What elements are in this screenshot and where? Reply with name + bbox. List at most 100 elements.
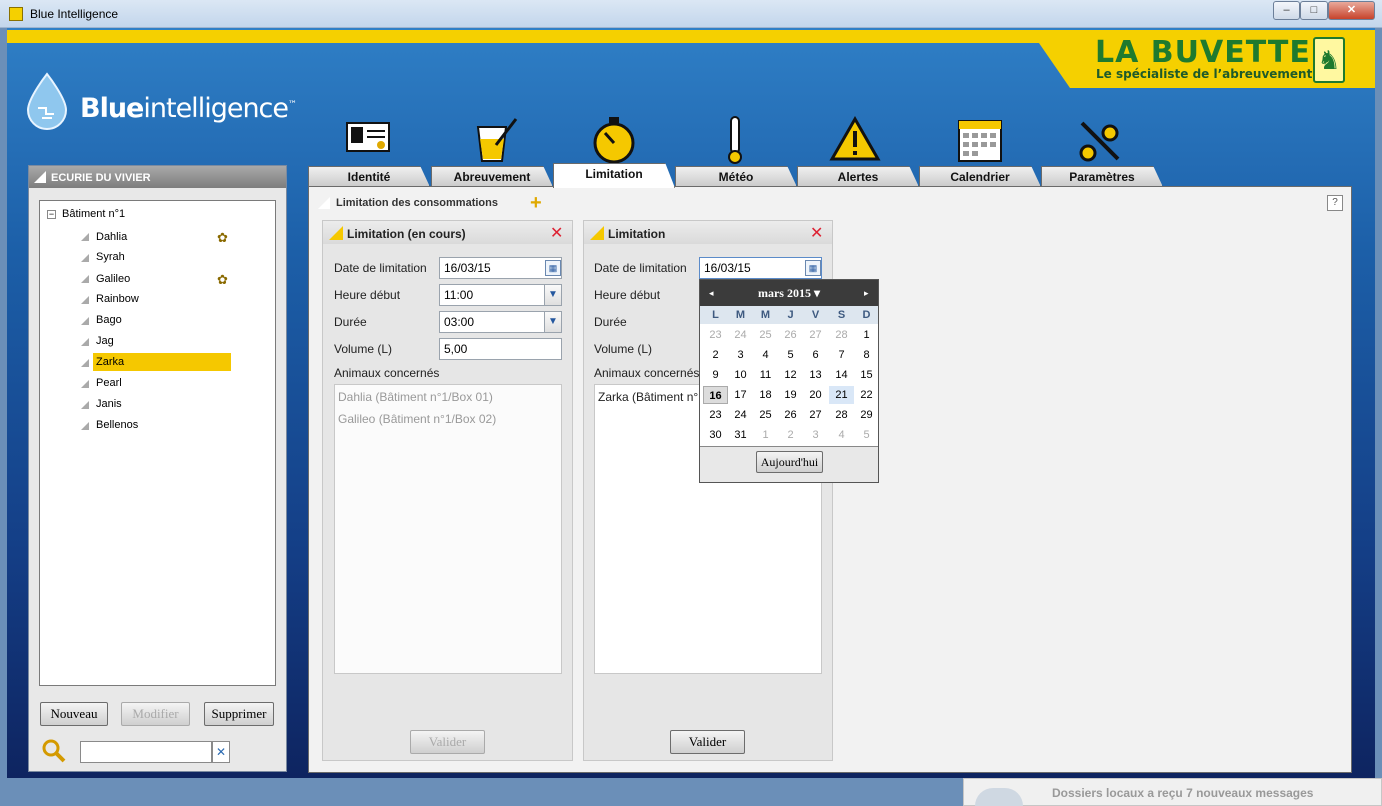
volume-field[interactable]: 5,00 bbox=[439, 338, 562, 360]
tree-item-bago[interactable]: Bago bbox=[96, 311, 122, 329]
calendar-day[interactable]: 13 bbox=[803, 366, 828, 384]
calendar-icon[interactable] bbox=[950, 115, 1010, 167]
close-window-button[interactable]: ✕ bbox=[1328, 1, 1375, 20]
prev-month-icon[interactable]: ◂ bbox=[709, 280, 714, 306]
calendar-day[interactable]: 3 bbox=[728, 346, 753, 364]
minimize-button[interactable]: – bbox=[1273, 1, 1300, 20]
chevron-down-icon[interactable]: ▼ bbox=[544, 312, 561, 332]
search-input[interactable] bbox=[80, 741, 212, 763]
calendar-day[interactable]: 26 bbox=[778, 326, 803, 344]
tab-calendrier[interactable]: Calendrier bbox=[919, 166, 1041, 187]
calendar-day[interactable]: 2 bbox=[778, 426, 803, 444]
tab-limitation[interactable]: Limitation bbox=[553, 163, 675, 188]
calendar-day[interactable]: 16 bbox=[703, 386, 728, 404]
tools-icon[interactable] bbox=[1070, 115, 1130, 167]
calendar-day[interactable]: 23 bbox=[703, 326, 728, 344]
window-title: Blue Intelligence bbox=[30, 7, 119, 21]
calendar-day[interactable]: 19 bbox=[778, 386, 803, 404]
calendar-day[interactable]: 25 bbox=[753, 406, 778, 424]
calendar-day[interactable]: 4 bbox=[753, 346, 778, 364]
calendar-day[interactable]: 8 bbox=[854, 346, 879, 364]
calendar-day[interactable]: 31 bbox=[728, 426, 753, 444]
id-card-icon[interactable] bbox=[338, 115, 398, 167]
calendar-picker-icon[interactable]: ▦ bbox=[805, 260, 821, 276]
calendar-day[interactable]: 6 bbox=[803, 346, 828, 364]
calendar-day[interactable]: 1 bbox=[854, 326, 879, 344]
warning-icon[interactable] bbox=[825, 115, 885, 167]
app-icon bbox=[9, 7, 23, 21]
calendar-day[interactable]: 14 bbox=[829, 366, 854, 384]
calendar-day[interactable]: 28 bbox=[829, 326, 854, 344]
delete-button[interactable]: Supprimer bbox=[204, 702, 274, 726]
next-month-icon[interactable]: ▸ bbox=[864, 280, 869, 306]
calendar-day[interactable]: 22 bbox=[854, 386, 879, 404]
calendar-day[interactable]: 24 bbox=[728, 326, 753, 344]
date-field[interactable]: 16/03/15 bbox=[439, 257, 562, 279]
new-button[interactable]: Nouveau bbox=[40, 702, 108, 726]
tree-item-rainbow[interactable]: Rainbow bbox=[96, 290, 139, 308]
calendar-day[interactable]: 5 bbox=[778, 346, 803, 364]
calendar-day[interactable]: 20 bbox=[803, 386, 828, 404]
calendar-day[interactable]: 12 bbox=[778, 366, 803, 384]
calendar-day[interactable]: 5 bbox=[854, 426, 879, 444]
tab-parametres[interactable]: Paramètres bbox=[1041, 166, 1163, 187]
calendar-day[interactable]: 21 bbox=[829, 386, 854, 404]
logo-text: Blueintelligence™ bbox=[80, 93, 297, 124]
calendar-day[interactable]: 29 bbox=[854, 406, 879, 424]
today-button[interactable]: Aujourd'hui bbox=[756, 451, 823, 473]
edit-button[interactable]: Modifier bbox=[121, 702, 190, 726]
tree-root-building[interactable]: Bâtiment n°1 bbox=[62, 208, 125, 220]
tab-alertes[interactable]: Alertes bbox=[797, 166, 919, 187]
calendar-day[interactable]: 9 bbox=[703, 366, 728, 384]
tree-item-dahlia[interactable]: Dahlia bbox=[96, 228, 127, 246]
notification-toast[interactable]: Dossiers locaux a reçu 7 nouveaux messag… bbox=[963, 778, 1382, 806]
calendar-day[interactable]: 27 bbox=[803, 326, 828, 344]
stopwatch-icon[interactable] bbox=[584, 115, 644, 167]
date-label: Date de limitation bbox=[334, 261, 427, 275]
validate-button-disabled[interactable]: Valider bbox=[410, 730, 485, 754]
thermometer-icon[interactable] bbox=[705, 115, 765, 167]
tab-meteo[interactable]: Météo bbox=[675, 166, 797, 187]
tree-item-jag[interactable]: Jag bbox=[96, 332, 114, 350]
help-button[interactable]: ? bbox=[1327, 195, 1343, 211]
date-field[interactable]: 16/03/15 bbox=[699, 257, 822, 279]
calendar-day[interactable]: 26 bbox=[778, 406, 803, 424]
collapse-toggle[interactable]: − bbox=[47, 210, 56, 219]
add-limitation-button[interactable]: + bbox=[530, 193, 546, 213]
tab-identite[interactable]: Identité bbox=[308, 166, 430, 187]
chevron-down-icon[interactable]: ▼ bbox=[544, 285, 561, 305]
close-card-icon[interactable]: ✕ bbox=[810, 226, 823, 242]
tree-item-janis[interactable]: Janis bbox=[96, 395, 122, 413]
calendar-day[interactable]: 30 bbox=[703, 426, 728, 444]
card-corner-icon bbox=[329, 226, 343, 240]
validate-button[interactable]: Valider bbox=[670, 730, 745, 754]
calendar-day[interactable]: 1 bbox=[753, 426, 778, 444]
calendar-day[interactable]: 23 bbox=[703, 406, 728, 424]
drink-glass-icon[interactable] bbox=[466, 115, 526, 167]
tree-item-syrah[interactable]: Syrah bbox=[96, 248, 125, 266]
tree-item-bellenos[interactable]: Bellenos bbox=[96, 416, 138, 434]
calendar-day[interactable]: 10 bbox=[728, 366, 753, 384]
tab-abreuvement[interactable]: Abreuvement bbox=[431, 166, 553, 187]
list-item[interactable]: Zarka (Bâtiment n° bbox=[598, 390, 698, 404]
calendar-month-selector[interactable]: mars 2015 ▾ bbox=[700, 280, 878, 306]
tree-item-pearl[interactable]: Pearl bbox=[96, 374, 122, 392]
calendar-day[interactable]: 17 bbox=[728, 386, 753, 404]
calendar-picker-icon[interactable]: ▦ bbox=[545, 260, 561, 276]
calendar-day[interactable]: 11 bbox=[753, 366, 778, 384]
calendar-day[interactable]: 25 bbox=[753, 326, 778, 344]
calendar-day[interactable]: 27 bbox=[803, 406, 828, 424]
calendar-day[interactable]: 24 bbox=[728, 406, 753, 424]
calendar-day[interactable]: 4 bbox=[829, 426, 854, 444]
maximize-button[interactable]: □ bbox=[1300, 1, 1328, 20]
calendar-day[interactable]: 3 bbox=[803, 426, 828, 444]
calendar-day[interactable]: 15 bbox=[854, 366, 879, 384]
close-card-icon[interactable]: ✕ bbox=[550, 226, 563, 242]
calendar-day[interactable]: 18 bbox=[753, 386, 778, 404]
calendar-day[interactable]: 2 bbox=[703, 346, 728, 364]
tree-item-galileo[interactable]: Galileo bbox=[96, 270, 130, 288]
tree-item-zarka-selected[interactable]: Zarka bbox=[93, 353, 231, 371]
calendar-day[interactable]: 7 bbox=[829, 346, 854, 364]
calendar-day[interactable]: 28 bbox=[829, 406, 854, 424]
clear-search-button[interactable]: ✕ bbox=[212, 741, 230, 763]
